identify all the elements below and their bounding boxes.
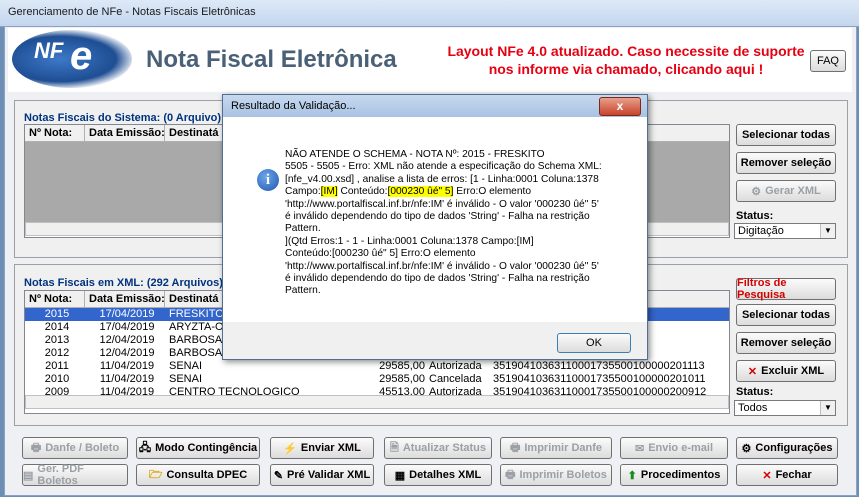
msg-field-label: Campo:: [285, 186, 321, 198]
msg-content-label: Conteúdo:: [337, 186, 388, 198]
col-header-recipient[interactable]: Destinatá: [165, 125, 227, 141]
folder-icon: 🗁: [148, 468, 163, 481]
generate-xml-button[interactable]: ⚙ Gerar XML: [736, 180, 836, 202]
pdf-icon: ▤: [23, 469, 34, 482]
dialog-close-button[interactable]: x: [599, 97, 641, 116]
danfe-boleto-label: Danfe / Boleto: [45, 442, 120, 454]
col-header-number[interactable]: Nº Nota:: [25, 291, 85, 307]
logo-e-text: e: [70, 34, 93, 78]
msg-line: NÃO ATENDE O SCHEMA - NOTA Nº: 2015 - FR…: [285, 149, 545, 160]
col-header-recipient[interactable]: Destinatá: [165, 291, 227, 307]
dpec-query-label: Consulta DPEC: [166, 469, 248, 481]
col-header-date[interactable]: Data Emissão:: [85, 125, 165, 141]
close-app-label: Fechar: [775, 469, 812, 481]
lightning-icon: ⚡: [283, 442, 297, 455]
xml-status-value: Todos: [738, 402, 768, 414]
generate-pdf-boletos-button[interactable]: ▤ Ger. PDF Boletos: [22, 463, 128, 487]
update-status-label: Atualizar Status: [402, 442, 486, 454]
delete-xml-button[interactable]: ✕ Excluir XML: [736, 360, 836, 382]
printer-icon: 🖶: [30, 441, 42, 454]
xml-status-label: Status:: [736, 386, 774, 398]
table-row[interactable]: 2010 11/04/2019 SENAI 29585,00 Cancelada 3519…: [25, 373, 729, 386]
system-status-label: Status:: [736, 210, 774, 222]
horizontal-scrollbar[interactable]: [25, 395, 729, 409]
info-icon: i: [257, 169, 279, 191]
close-app-button[interactable]: ✕ Fechar: [736, 464, 838, 486]
send-xml-label: Enviar XML: [300, 442, 361, 454]
dpec-query-button[interactable]: 🗁 Consulta DPEC: [136, 464, 260, 486]
print-danfe-button[interactable]: 🖶 Imprimir Danfe: [500, 437, 612, 459]
chevron-down-icon: ▼: [820, 224, 835, 238]
msg-error-label: Erro:O elemento: [453, 186, 532, 198]
col-header-number[interactable]: Nº Nota:: [25, 125, 85, 141]
table-row[interactable]: 2011 11/04/2019 SENAI 29585,00 Autorizada 351…: [25, 360, 729, 373]
pre-validate-xml-label: Pré Validar XML: [287, 469, 371, 481]
close-icon: ✕: [747, 365, 758, 378]
system-status-select[interactable]: Digitação ▼: [734, 223, 836, 239]
select-all-xml-button[interactable]: Selecionar todas: [736, 304, 836, 326]
window-titlebar: Gerenciamento de NFe - Notas Fiscais Ele…: [0, 0, 859, 27]
remove-selection-system-button[interactable]: Remover seleção: [736, 152, 836, 174]
pre-validate-xml-button[interactable]: ✎ Pré Validar XML: [270, 464, 374, 486]
dialog-body: i NÃO ATENDE O SCHEMA - NOTA Nº: 2015 - …: [223, 117, 647, 322]
contingency-mode-label: Modo Contingência: [155, 442, 258, 454]
banner-title: Nota Fiscal Eletrônica: [146, 46, 397, 73]
xml-details-label: Detalhes XML: [409, 469, 482, 481]
settings-label: Configurações: [755, 442, 833, 454]
ok-button[interactable]: OK: [557, 333, 631, 353]
remove-selection-xml-button[interactable]: Remover seleção: [736, 332, 836, 354]
edit-icon: ✎: [273, 469, 284, 482]
update-status-button[interactable]: 🗎 Atualizar Status: [384, 437, 492, 459]
delete-xml-label: Excluir XML: [761, 365, 825, 377]
faq-button[interactable]: FAQ: [810, 50, 846, 72]
xml-notes-title: Notas Fiscais em XML: (292 Arquivos): [24, 277, 223, 289]
procedures-label: Procedimentos: [640, 469, 721, 481]
system-notes-title: Notas Fiscais do Sistema: (0 Arquivo): [24, 112, 222, 124]
msg-line: [nfe_v4.00.xsd] , analise a lista de err…: [285, 173, 599, 185]
highlighted-field: [IM]: [320, 186, 338, 198]
dialog-titlebar: Resultado da Validação... x: [223, 95, 647, 117]
window-title: Gerenciamento de NFe - Notas Fiscais Ele…: [8, 6, 256, 18]
search-filters-button[interactable]: Filtros de Pesquisa: [736, 277, 836, 301]
settings-button[interactable]: ⚙ Configurações: [736, 437, 838, 459]
print-boletos-label: Imprimir Boletos: [519, 469, 607, 481]
nfe-logo: NF e: [12, 30, 132, 88]
print-boletos-button[interactable]: 🖶 Imprimir Boletos: [500, 464, 612, 486]
printer-icon: 🖶: [509, 441, 521, 454]
select-all-system-button[interactable]: Selecionar todas: [736, 124, 836, 146]
chevron-down-icon: ▼: [820, 401, 835, 415]
generate-xml-label: Gerar XML: [765, 185, 821, 197]
arrow-up-icon: ⬆: [627, 469, 637, 482]
document-icon: 🗎: [390, 441, 399, 454]
danfe-boleto-button[interactable]: 🖶 Danfe / Boleto: [22, 437, 128, 459]
support-notice-link[interactable]: Layout NFe 4.0 atualizado. Caso necessit…: [440, 42, 812, 78]
logo-nf-text: NF: [34, 38, 64, 63]
msg-line: 5505 - 5505 - Erro: XML não atende a esp…: [285, 161, 602, 173]
highlighted-content: [000230 ûé" 5]: [387, 186, 454, 198]
generate-pdf-boletos-label: Ger. PDF Boletos: [37, 463, 84, 487]
msg-rest: 'http://www.portalfiscal.inf.br/nfe:IM' …: [285, 198, 599, 297]
gear-icon: ⚙: [751, 185, 762, 198]
send-email-label: Envio e-mail: [648, 442, 713, 454]
contingency-mode-button[interactable]: 🖧 Modo Contingência: [136, 437, 260, 459]
print-danfe-label: Imprimir Danfe: [524, 442, 603, 454]
validation-message: NÃO ATENDE O SCHEMA - NOTA Nº: 2015 - FR…: [285, 149, 637, 298]
col-header-date[interactable]: Data Emissão:: [85, 291, 165, 307]
validation-dialog: Resultado da Validação... x i NÃO ATENDE…: [222, 94, 648, 360]
procedures-button[interactable]: ⬆ Procedimentos: [620, 464, 728, 486]
table-row[interactable]: 2009 11/04/2019 CENTRO TECNOLOGICO 45513,00…: [25, 386, 729, 395]
xml-status-select[interactable]: Todos ▼: [734, 400, 836, 416]
grid-icon: ▦: [394, 469, 406, 482]
gear-icon: ⚙: [741, 442, 752, 455]
dialog-title: Resultado da Validação...: [231, 100, 356, 112]
send-email-button[interactable]: ✉ Envio e-mail: [620, 437, 728, 459]
network-icon: 🖧: [138, 441, 152, 454]
close-icon: ✕: [762, 469, 772, 482]
send-xml-button[interactable]: ⚡ Enviar XML: [270, 437, 374, 459]
printer-icon: 🖶: [505, 468, 516, 481]
email-icon: ✉: [634, 442, 645, 455]
xml-details-button[interactable]: ▦ Detalhes XML: [384, 464, 492, 486]
system-status-value: Digitação: [738, 225, 784, 237]
